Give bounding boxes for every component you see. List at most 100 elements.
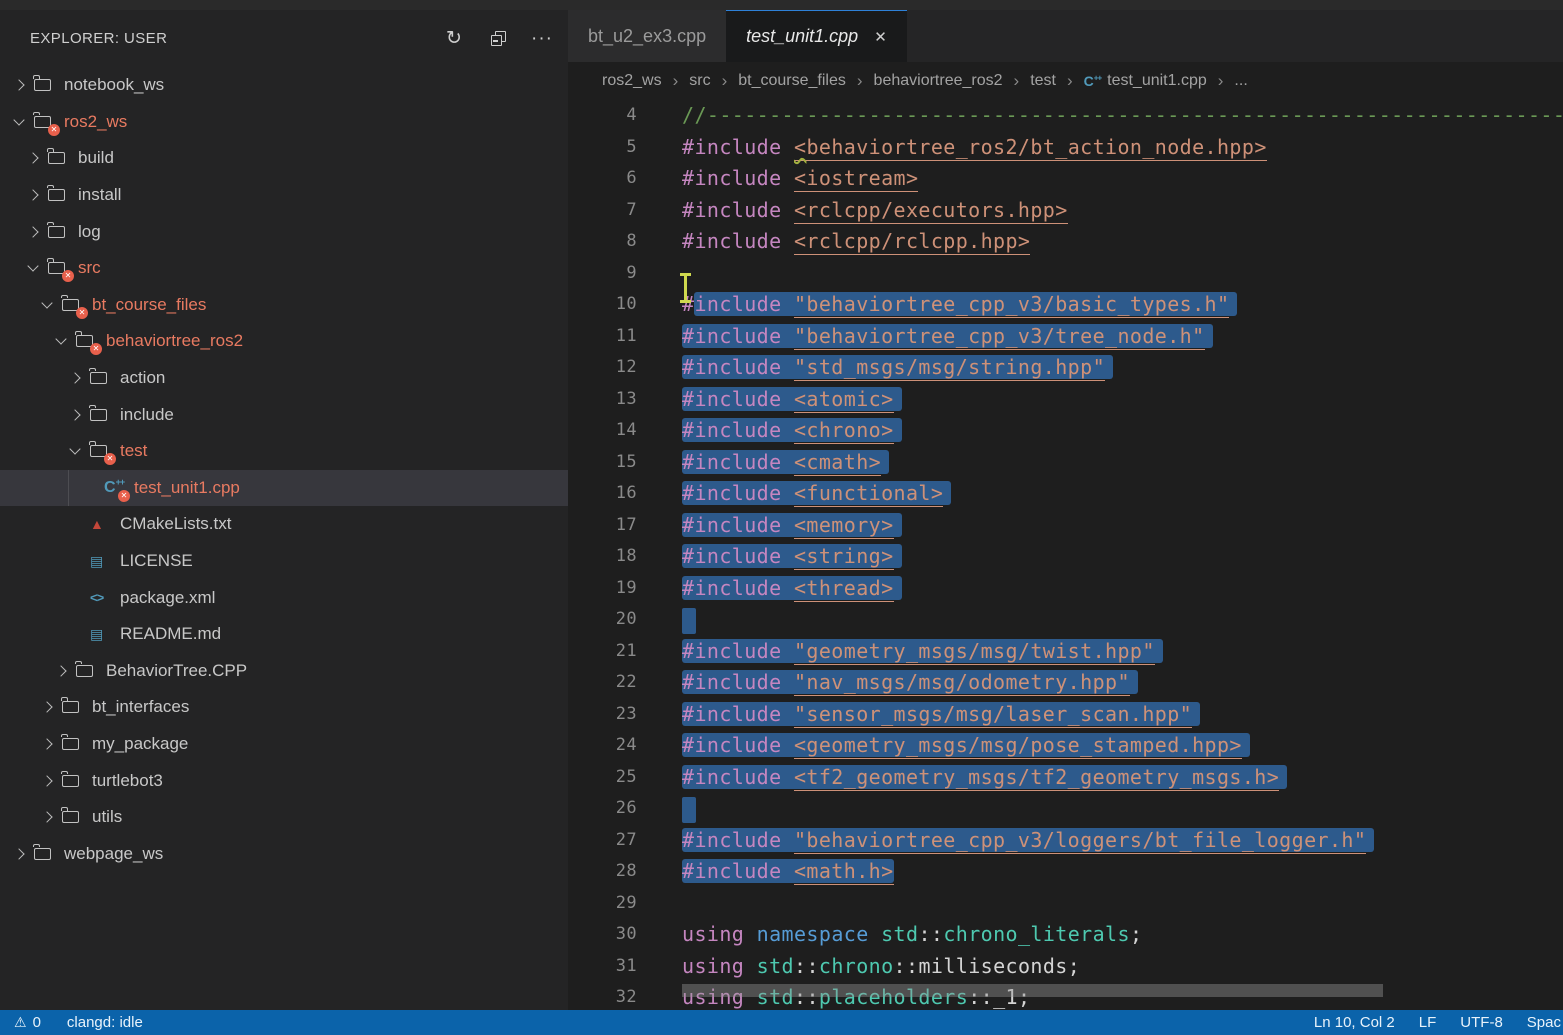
close-tab-icon[interactable]: ✕ [874,28,887,46]
tab-bt_u2_ex3-cpp[interactable]: bt_u2_ex3.cpp [568,10,726,62]
chevron-right-icon[interactable] [40,762,62,799]
code-line-content[interactable]: #include "std_msgs/msg/string.hpp" [682,352,1563,384]
tree-item-include[interactable]: include [0,396,568,433]
breadcrumb-more[interactable]: ... [1234,72,1247,90]
error-badge: ✕ [104,453,116,465]
code-line-content[interactable] [682,258,1563,290]
code-line-content[interactable]: #include "behaviortree_cpp_v3/tree_node.… [682,321,1563,353]
code-line-content[interactable]: #include "behaviortree_cpp_v3/basic_type… [682,289,1563,321]
tree-item-log[interactable]: log [0,213,568,250]
code-editor[interactable]: 4//-------------------------------------… [568,100,1563,1010]
chevron-down-icon[interactable] [26,250,48,287]
breadcrumb-item-src[interactable]: src [689,72,710,90]
tree-item-notebook-ws[interactable]: notebook_ws [0,67,568,104]
tree-item-turtlebot3[interactable]: turtlebot3 [0,762,568,799]
code-line-content[interactable]: using std::chrono::milliseconds; [682,951,1563,983]
code-line-content[interactable] [682,604,1563,636]
tree-item-bt-interfaces[interactable]: bt_interfaces [0,689,568,726]
error-badge: ✕ [48,124,60,136]
collapse-folders-icon[interactable] [488,29,508,49]
breadcrumb-item-file[interactable]: test_unit1.cpp [1107,72,1207,90]
cursor-position[interactable]: Ln 10, Col 2 [1314,1014,1395,1031]
tree-item-readme-md[interactable]: ▤README.md [0,616,568,653]
breadcrumb-item-behaviortree_ros2[interactable]: behaviortree_ros2 [874,72,1003,90]
code-line-content[interactable]: #include <math.h> [682,856,1563,888]
breadcrumb-item-test[interactable]: test [1030,72,1056,90]
more-actions-icon[interactable]: ··· [532,29,552,49]
chevron-right-icon[interactable] [68,360,90,397]
code-token: :: [794,954,819,978]
code-line-content[interactable]: #include <cmath> [682,447,1563,479]
code-line-content[interactable]: #include <string> [682,541,1563,573]
chevron-right-icon[interactable] [12,835,34,872]
code-line-content[interactable]: #include <iostream> [682,163,1563,195]
code-line-content[interactable]: #include <geometry_msgs/msg/pose_stamped… [682,730,1563,762]
code-token: std [881,922,918,946]
chevron-down-icon[interactable] [68,433,90,470]
code-line-content[interactable]: #include <tf2_geometry_msgs/tf2_geometry… [682,762,1563,794]
breadcrumb-item-ros2_ws[interactable]: ros2_ws [602,72,662,90]
folder-icon [34,844,58,864]
code-line-content[interactable]: #include "nav_msgs/msg/odometry.hpp" [682,667,1563,699]
tree-item-license[interactable]: ▤LICENSE [0,543,568,580]
code-line-content[interactable]: #include <atomic> [682,384,1563,416]
tree-item-my-package[interactable]: my_package [0,726,568,763]
chevron-down-icon[interactable] [54,323,76,360]
code-line-content[interactable] [682,888,1563,920]
code-line-content[interactable]: #include <chrono> [682,415,1563,447]
chevron-right-icon[interactable] [40,799,62,836]
chevron-down-icon[interactable] [40,287,62,324]
tree-item-ros2-ws[interactable]: ✕ros2_ws [0,104,568,141]
breadcrumb-item-bt_course_files[interactable]: bt_course_files [738,72,846,90]
line-number: 30 [568,919,682,951]
code-line-content[interactable]: using namespace std::chrono_literals; [682,919,1563,951]
code-line: 11#include "behaviortree_cpp_v3/tree_nod… [568,321,1563,353]
indentation-indicator[interactable]: Spac [1527,1014,1561,1031]
tree-item-action[interactable]: action [0,360,568,397]
tree-item-behaviortree-ros2[interactable]: ✕behaviortree_ros2 [0,323,568,360]
code-line-content[interactable]: #include <functional> [682,478,1563,510]
tree-item-bt-course-files[interactable]: ✕bt_course_files [0,287,568,324]
chevron-right-icon[interactable] [26,140,48,177]
tab-test_unit1-cpp[interactable]: test_unit1.cpp ✕ [726,10,907,62]
eol-indicator[interactable]: LF [1419,1014,1437,1031]
code-line-content[interactable]: #include <memory> [682,510,1563,542]
problems-indicator[interactable]: ⚠ 0 [14,1014,41,1031]
code-token: <math.h> [794,859,894,885]
code-line-content[interactable]: #include <rclcpp/rclcpp.hpp> [682,226,1563,258]
code-line-content[interactable]: //--------------------------------------… [682,100,1563,132]
chevron-right-icon[interactable] [26,213,48,250]
code-line-content[interactable]: #include <thread> [682,573,1563,605]
chevron-right-icon[interactable] [54,653,76,690]
tree-item-test[interactable]: ✕test [0,433,568,470]
tree-item-src[interactable]: ✕src [0,250,568,287]
code-line-content[interactable]: #include "geometry_msgs/msg/twist.hpp" [682,636,1563,668]
tree-item-webpage-ws[interactable]: webpage_ws [0,835,568,872]
chevron-right-icon[interactable] [26,177,48,214]
chevron-right-icon[interactable] [40,726,62,763]
horizontal-scrollbar[interactable] [682,984,1383,997]
code-line-content[interactable] [682,793,1563,825]
clangd-status[interactable]: clangd: idle [67,1014,143,1031]
code-line-content[interactable]: #include <behaviortree_ros2/bt_action_no… [682,132,1563,164]
tree-item-build[interactable]: build [0,140,568,177]
chevron-right-icon[interactable] [40,689,62,726]
tree-item-test-unit1-cpp[interactable]: C++✕test_unit1.cpp [0,470,568,507]
code-line-content[interactable]: #include <rclcpp/executors.hpp> [682,195,1563,227]
tree-item-package-xml[interactable]: <>package.xml [0,579,568,616]
code-line-content[interactable]: #include "behaviortree_cpp_v3/loggers/bt… [682,825,1563,857]
tree-item-label: utils [92,807,122,827]
tree-item-label: CMakeLists.txt [120,514,231,534]
chevron-right-icon[interactable] [12,67,34,104]
encoding-indicator[interactable]: UTF-8 [1460,1014,1503,1031]
chevron-right-icon[interactable] [68,396,90,433]
tree-item-cmakelists-txt[interactable]: ▲CMakeLists.txt [0,506,568,543]
tree-item-behaviortree-cpp[interactable]: BehaviorTree.CPP [0,653,568,690]
code-line-content[interactable]: #include "sensor_msgs/msg/laser_scan.hpp… [682,699,1563,731]
tree-item-label: package.xml [120,588,215,608]
selection-highlight [682,608,696,634]
tree-item-utils[interactable]: utils [0,799,568,836]
tree-item-install[interactable]: install [0,177,568,214]
chevron-down-icon[interactable] [12,104,34,141]
refresh-explorer-icon[interactable]: ↻ [444,29,464,49]
